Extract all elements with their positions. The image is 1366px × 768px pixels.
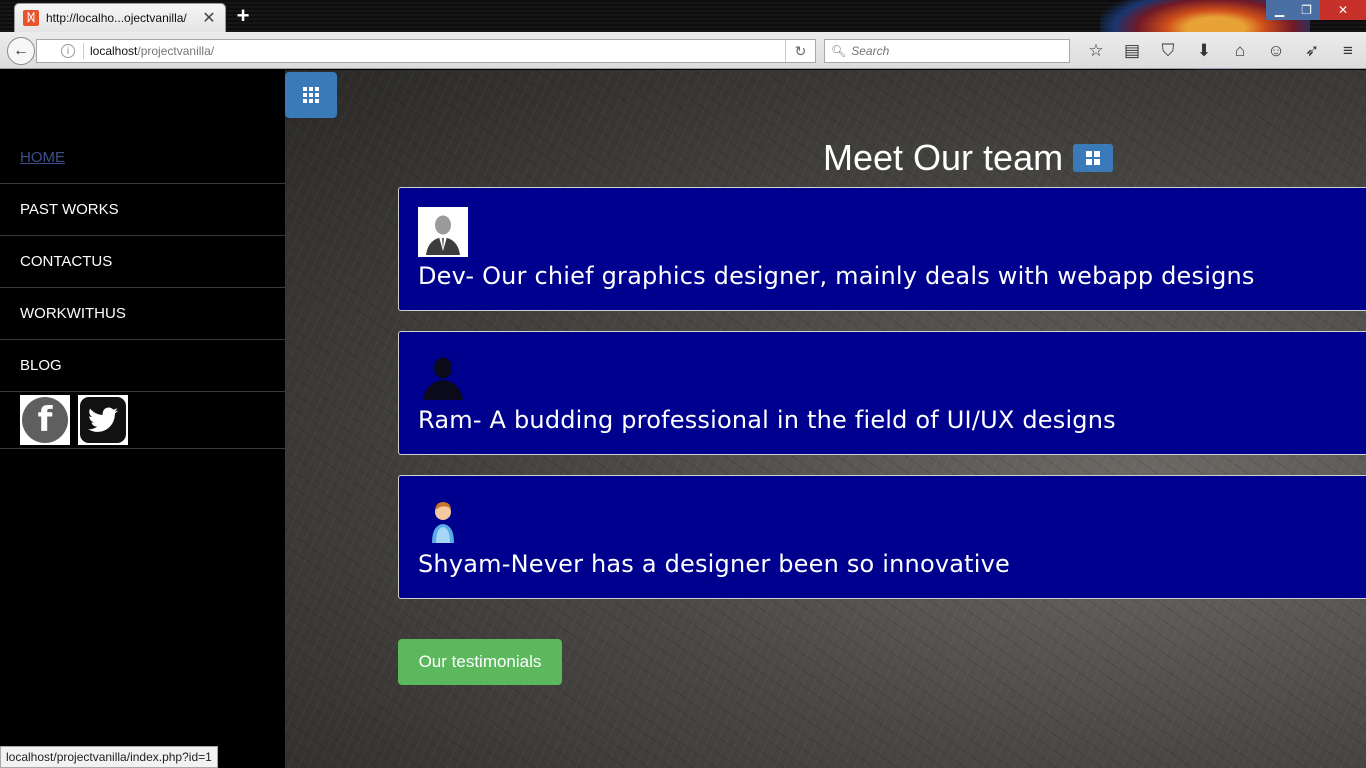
sidebar-link-blog[interactable]: BLOG	[20, 357, 62, 374]
bookmark-star-icon[interactable]: ☆	[1078, 37, 1114, 65]
twitter-link[interactable]	[78, 395, 128, 445]
facebook-icon: f	[22, 397, 68, 443]
hamburger-menu-icon[interactable]: ≡	[1330, 37, 1366, 65]
send-icon[interactable]: ➶	[1294, 37, 1330, 65]
page-title-wrap: Meet Our team	[823, 137, 1114, 179]
sidebar-item-workwithus[interactable]: WORKWITHUS	[0, 288, 285, 340]
search-bar[interactable]: 🔍︎	[824, 39, 1070, 63]
reload-icon[interactable]: ↻	[785, 40, 815, 62]
toolbar-icons: ☆ ▤ ⛉ ⬇ ⌂ ☺ ➶ ≡	[1078, 37, 1366, 65]
sidebar-item-blog[interactable]: BLOG	[0, 340, 285, 392]
sidebar-item-contactus[interactable]: CONTACTUS	[0, 236, 285, 288]
restore-button[interactable]: ❐	[1293, 0, 1320, 20]
silhouette-avatar-icon	[418, 351, 468, 401]
team-card-shyam: Shyam-Never has a designer been so innov…	[398, 475, 1366, 599]
team-desc-ram: Ram- A budding professional in the field…	[418, 406, 1116, 434]
minimize-button[interactable]: ▁	[1266, 0, 1293, 20]
sidebar-link-home[interactable]: HOME	[20, 149, 65, 166]
windows-icon	[1073, 144, 1114, 172]
status-url-tooltip: localhost/projectvanilla/index.php?id=1	[0, 746, 218, 768]
cartoon-avatar-icon	[418, 495, 468, 545]
twitter-icon	[80, 397, 126, 443]
sidebar-link-workwithus[interactable]: WORKWITHUS	[20, 305, 126, 322]
url-bar[interactable]: i localhost /projectvanilla/ ↻	[36, 39, 816, 63]
new-tab-button[interactable]: +	[232, 3, 254, 29]
sidebar-link-contactus[interactable]: CONTACTUS	[20, 253, 112, 270]
close-window-button[interactable]: ✕	[1320, 0, 1366, 20]
home-icon[interactable]: ⌂	[1222, 37, 1258, 65]
menu-toggle-button[interactable]	[285, 72, 337, 118]
reading-list-icon[interactable]: ▤	[1114, 37, 1150, 65]
download-icon[interactable]: ⬇	[1186, 37, 1222, 65]
pocket-icon[interactable]: ⛉	[1150, 37, 1186, 65]
smiley-icon[interactable]: ☺	[1258, 37, 1294, 65]
main-content: Meet Our team Dev- Our chief graphics de…	[285, 70, 1366, 768]
sidebar-item-home[interactable]: HOME	[0, 70, 285, 184]
testimonials-button[interactable]: Our testimonials	[398, 639, 562, 685]
page: HOME PAST WORKS CONTACTUS WORKWITHUS BLO…	[0, 70, 1366, 768]
tab-title: http://localho...ojectvanilla/	[46, 11, 187, 25]
back-button[interactable]: ←	[7, 37, 35, 65]
browser-tab[interactable]: ᛞ http://localho...ojectvanilla/ ✕	[14, 3, 226, 32]
team-card-ram: Ram- A budding professional in the field…	[398, 331, 1366, 455]
url-path: /projectvanilla/	[137, 44, 215, 58]
tab-close-icon[interactable]: ✕	[201, 8, 217, 28]
url-host: localhost	[90, 44, 138, 58]
team-card-dev: Dev- Our chief graphics designer, mainly…	[398, 187, 1366, 311]
facebook-link[interactable]: f	[20, 395, 70, 445]
businessman-avatar-icon	[418, 207, 468, 257]
social-links: f	[0, 392, 285, 449]
browser-titlebar: ᛞ http://localho...ojectvanilla/ ✕ + ▁ ❐…	[0, 0, 1366, 70]
sidebar: HOME PAST WORKS CONTACTUS WORKWITHUS BLO…	[0, 70, 285, 768]
info-icon[interactable]: i	[61, 44, 75, 58]
window-controls: ▁ ❐ ✕	[1266, 0, 1366, 20]
browser-navbar: ← i localhost /projectvanilla/ ↻ 🔍︎ ☆ ▤ …	[0, 32, 1366, 69]
xampp-favicon-icon: ᛞ	[23, 10, 39, 26]
team-desc-shyam: Shyam-Never has a designer been so innov…	[418, 550, 1010, 578]
url-separator	[83, 43, 84, 59]
page-title: Meet Our team	[823, 137, 1064, 178]
sidebar-link-past-works[interactable]: PAST WORKS	[20, 201, 119, 218]
sidebar-item-past-works[interactable]: PAST WORKS	[0, 184, 285, 236]
grid-icon	[303, 87, 319, 103]
search-icon: 🔍︎	[831, 44, 847, 58]
search-input[interactable]	[851, 44, 1052, 58]
team-desc-dev: Dev- Our chief graphics designer, mainly…	[418, 262, 1255, 290]
